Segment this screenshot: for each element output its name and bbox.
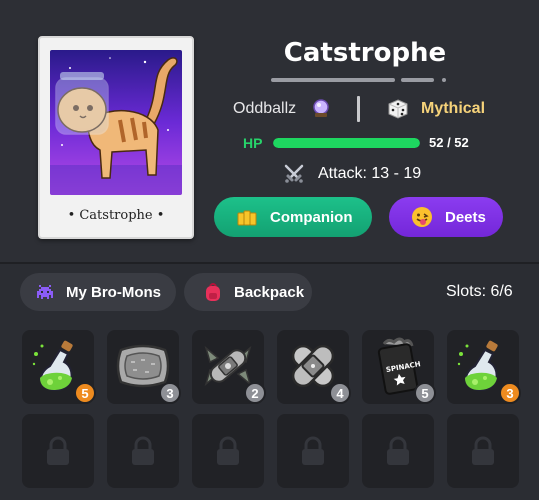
monster-portrait	[50, 50, 182, 195]
slots-counter: Slots: 6/6	[446, 283, 513, 300]
lock-icon	[217, 436, 239, 465]
deets-button[interactable]: Deets	[389, 197, 503, 237]
card-caption: • Catstrophe •	[67, 208, 165, 223]
inventory-slot-1[interactable]: 5	[22, 330, 96, 404]
monster-card: • Catstrophe •	[38, 36, 194, 239]
hp-bar	[273, 138, 420, 148]
crystal-ball-icon	[313, 99, 329, 117]
tab-backpack-label: Backpack	[234, 283, 305, 301]
item-count-badge: 2	[244, 382, 266, 404]
locked-slot[interactable]	[277, 414, 349, 488]
hp-label: HP	[243, 135, 263, 151]
item-count-badge: 3	[159, 382, 181, 404]
attack-range: Attack: 13 - 19	[318, 165, 422, 182]
lock-icon	[47, 436, 69, 465]
inventory-slot-2[interactable]: 3	[107, 330, 181, 404]
locked-slot[interactable]	[362, 414, 434, 488]
item-count-badge: 5	[74, 382, 96, 404]
gold-bars-icon	[237, 210, 257, 226]
dice-icon	[388, 99, 408, 119]
backpack-icon	[206, 283, 220, 301]
cat-astronaut-image	[50, 50, 182, 195]
item-count-badge: 4	[329, 382, 351, 404]
companion-button[interactable]: Companion	[214, 197, 372, 237]
rarity-label: Mythical	[421, 100, 486, 117]
tab-my-bro-mons[interactable]: My Bro-Mons	[20, 273, 176, 311]
crossed-swords-icon	[284, 164, 304, 183]
author-name: Oddballz	[233, 100, 297, 117]
item-count-badge: 3	[499, 382, 521, 404]
item-count-badge: 5	[414, 382, 436, 404]
lock-icon	[387, 436, 409, 465]
lock-icon	[132, 436, 154, 465]
subtitle-divider	[357, 96, 360, 122]
inventory-slot-3[interactable]: 2	[192, 330, 266, 404]
monster-subtitle-row: Oddballz Mythical	[225, 96, 525, 122]
hp-value: 52 / 52	[429, 135, 469, 150]
locked-slot[interactable]	[22, 414, 94, 488]
space-invader-icon	[37, 285, 53, 299]
lock-icon	[472, 436, 494, 465]
tab-my-bro-mons-label: My Bro-Mons	[66, 283, 161, 301]
locked-slot[interactable]	[192, 414, 264, 488]
tongue-emoji-icon	[412, 207, 432, 227]
inventory-slot-6[interactable]: 3	[447, 330, 521, 404]
tab-backpack[interactable]: Backpack	[184, 273, 312, 311]
deets-button-label: Deets	[445, 208, 486, 226]
section-divider	[0, 262, 539, 264]
lock-icon	[302, 436, 324, 465]
locked-slot[interactable]	[107, 414, 179, 488]
inventory-slot-4[interactable]: 4	[277, 330, 351, 404]
hp-bar-fill	[273, 138, 420, 148]
monster-name: Catstrophe	[283, 38, 447, 68]
inventory-slot-5[interactable]: SPINACH 5	[362, 330, 436, 404]
locked-slot[interactable]	[447, 414, 519, 488]
companion-button-label: Companion	[270, 208, 353, 226]
